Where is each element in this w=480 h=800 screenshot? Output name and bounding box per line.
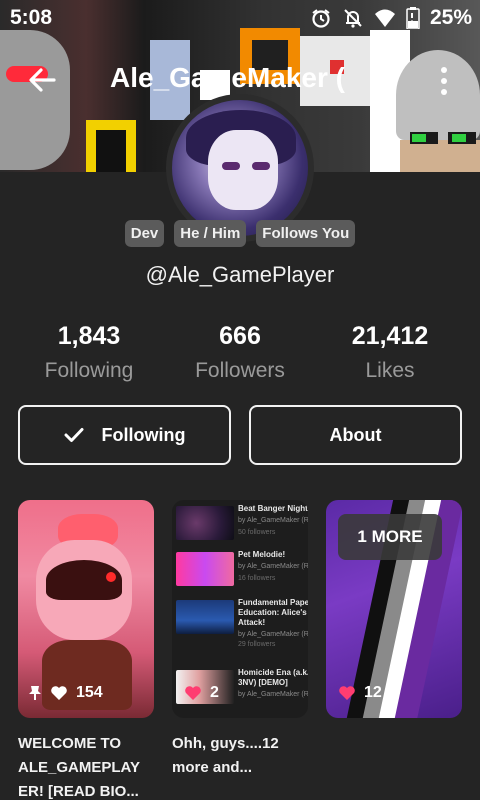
heart-icon: [338, 685, 356, 701]
about-button[interactable]: About: [249, 405, 462, 465]
wifi-icon: [374, 7, 396, 29]
game-card-collection[interactable]: Beat Banger Night.. by Ale_GameMaker (R.…: [172, 500, 308, 718]
card-1-likes: 154: [76, 684, 103, 701]
badge-follows-you: Follows You: [256, 220, 356, 247]
notifications-off-icon: [342, 7, 364, 29]
stat-followers[interactable]: 666 Followers: [165, 322, 315, 383]
card-1-meta: 154: [28, 684, 103, 702]
more-options-button[interactable]: [432, 64, 456, 98]
stat-following[interactable]: 1,843 Following: [14, 322, 164, 383]
game-card-more[interactable]: 1 MORE 12: [326, 500, 462, 718]
game-card-pinned[interactable]: 154: [18, 500, 154, 718]
pin-icon: [28, 685, 42, 701]
collection-item: Pet Melodie! by Ale_GameMaker (R.. 16 fo…: [176, 550, 308, 586]
status-time: 5:08: [10, 6, 53, 29]
stat-likes[interactable]: 21,412 Likes: [315, 322, 465, 383]
stat-following-value: 1,843: [57, 322, 121, 350]
following-button-label: Following: [101, 424, 186, 445]
about-button-label: About: [329, 424, 382, 445]
battery-icon: [406, 7, 420, 30]
following-button[interactable]: Following: [18, 405, 231, 465]
battery-percent: 25%: [429, 6, 472, 29]
collection-item: Fundamental Paper Education: Alice's Att…: [176, 598, 308, 648]
heart-icon: [184, 685, 202, 701]
card-2-likes: 2: [210, 684, 219, 701]
alarm-icon: [310, 7, 332, 29]
page-title: Ale_GameMaker (: [110, 62, 346, 93]
stat-likes-value: 21,412: [351, 322, 429, 350]
stat-likes-label: Likes: [365, 359, 415, 382]
card-3-likes: 12: [364, 684, 382, 701]
stat-followers-value: 666: [219, 322, 261, 350]
more-vertical-icon: [441, 67, 447, 95]
check-icon: [64, 428, 83, 442]
card-2-caption[interactable]: Ohh, guys....12 more and...: [172, 732, 312, 780]
status-bar: 5:08 25%: [0, 0, 480, 36]
stat-followers-label: Followers: [195, 359, 285, 382]
profile-badges: Dev He / Him Follows You: [0, 220, 480, 247]
status-icons: 25%: [310, 6, 472, 30]
card-1-caption[interactable]: WELCOME TO ALE_GAMEPLAY ER! [READ BIO...: [18, 732, 158, 800]
back-button[interactable]: [24, 62, 60, 98]
profile-handle: @Ale_GamePlayer: [145, 262, 335, 287]
collection-item: Beat Banger Night.. by Ale_GameMaker (R.…: [176, 504, 308, 540]
badge-pronouns: He / Him: [174, 220, 247, 247]
arrow-left-icon: [29, 68, 56, 92]
heart-icon: [50, 685, 68, 701]
more-items-chip[interactable]: 1 MORE: [338, 514, 442, 560]
card-2-meta: 2: [184, 684, 219, 702]
stat-following-label: Following: [44, 359, 134, 382]
card-3-meta: 12: [338, 684, 382, 702]
badge-dev: Dev: [124, 220, 165, 247]
